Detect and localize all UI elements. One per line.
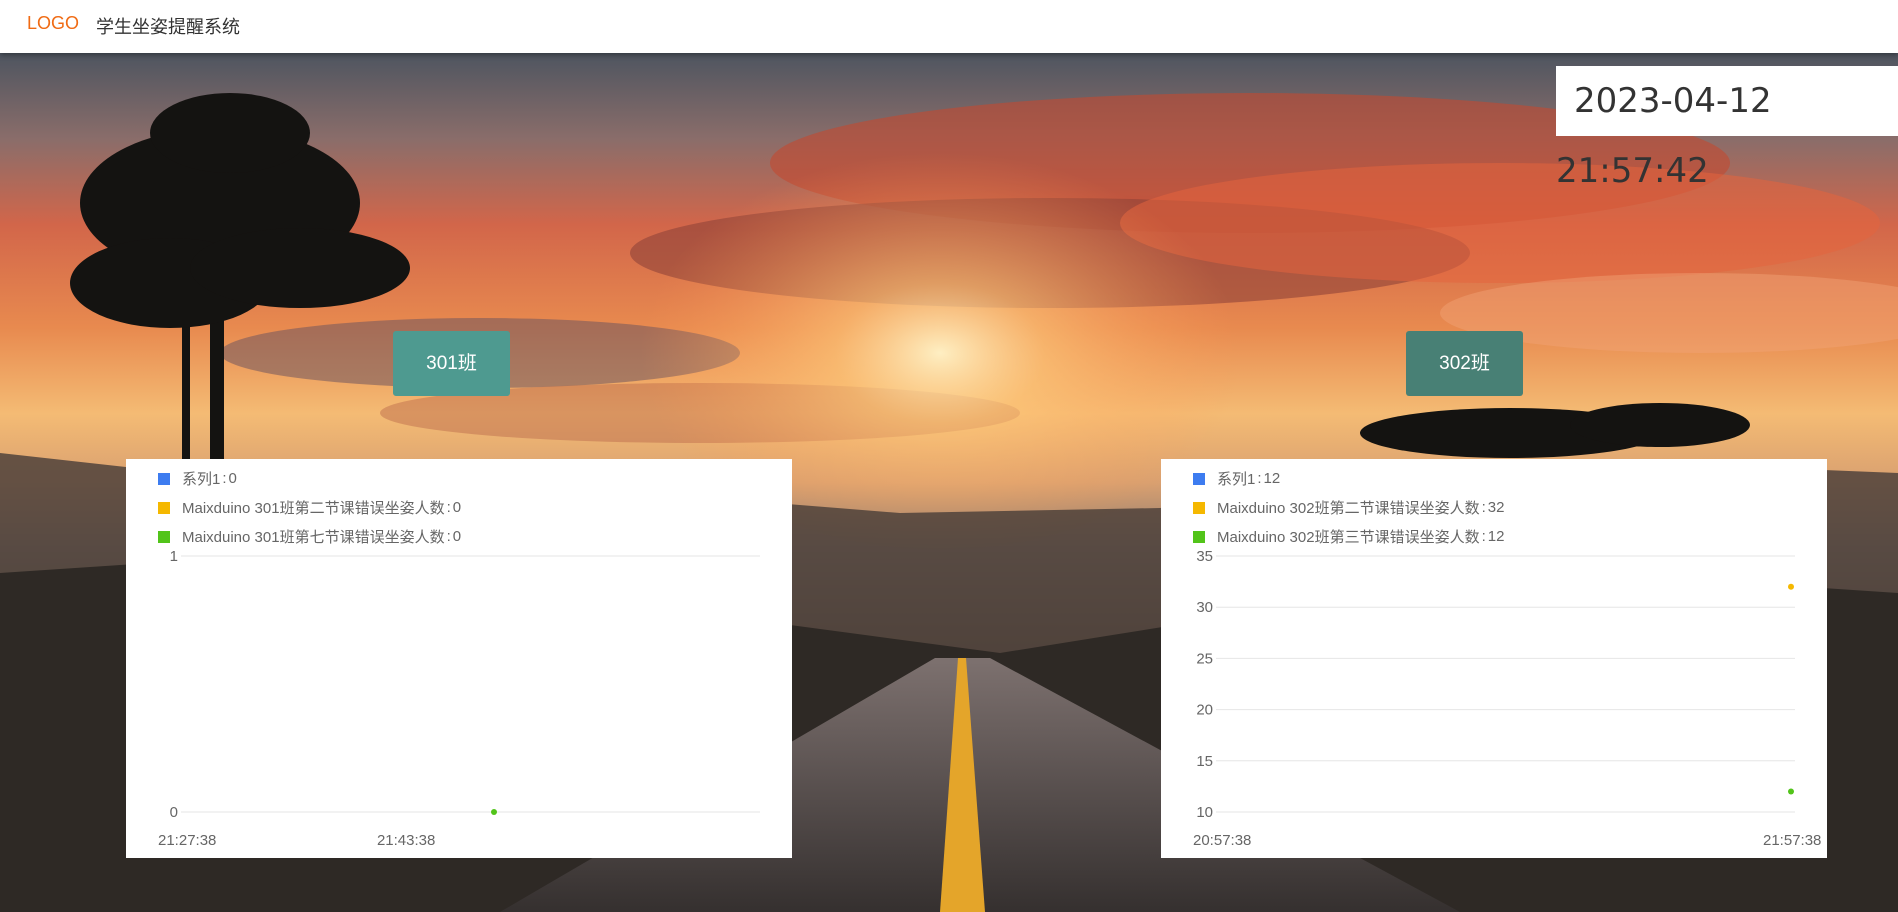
legend-series-value: 12 bbox=[1263, 470, 1281, 487]
legend-swatch-green bbox=[158, 530, 170, 543]
legend-series-name: Maixduino 302班第二节课错误坐姿人数 bbox=[1217, 500, 1480, 517]
legend-item[interactable]: Maixduino 301班第二节课错误坐姿人数 : 0 bbox=[158, 493, 461, 522]
legend-swatch-blue bbox=[158, 472, 170, 485]
legend-series-name: Maixduino 302班第三节课错误坐姿人数 bbox=[1217, 529, 1480, 546]
legend-series-value: 0 bbox=[452, 499, 462, 516]
y-tick-label: 30 bbox=[1196, 599, 1213, 616]
logo[interactable]: LOGO bbox=[27, 13, 79, 34]
legend-series-name: Maixduino 301班第二节课错误坐姿人数 bbox=[182, 500, 445, 517]
legend-swatch-yellow bbox=[1193, 501, 1205, 514]
legend-swatch-green bbox=[1193, 530, 1205, 543]
legend-series-value: 32 bbox=[1487, 499, 1505, 516]
legend-series-value: 12 bbox=[1487, 528, 1505, 545]
legend-item[interactable]: Maixduino 302班第三节课错误坐姿人数 : 12 bbox=[1193, 522, 1504, 551]
y-tick-label: 20 bbox=[1196, 702, 1213, 719]
y-tick-label: 25 bbox=[1196, 650, 1213, 667]
top-nav-bar: LOGO 学生坐姿提醒系统 bbox=[0, 0, 1898, 53]
legend-series-name: 系列1 bbox=[182, 471, 221, 488]
class-301-button[interactable]: 301班 bbox=[393, 331, 510, 396]
class-302-chart-legend: 系列1 : 12 Maixduino 302班第二节课错误坐姿人数 : 32 M… bbox=[1193, 464, 1504, 551]
current-datetime: 2023-04-12 21:57:42 bbox=[1556, 66, 1898, 191]
system-title: 学生坐姿提醒系统 bbox=[96, 17, 240, 37]
legend-series-name: 系列1 bbox=[1217, 471, 1256, 488]
y-tick-label: 15 bbox=[1196, 753, 1213, 770]
data-point[interactable] bbox=[491, 809, 497, 815]
x-tick-label: 20:57:38 bbox=[1193, 832, 1251, 849]
legend-swatch-yellow bbox=[158, 501, 170, 514]
legend-item[interactable]: Maixduino 301班第七节课错误坐姿人数 : 0 bbox=[158, 522, 461, 551]
legend-series-name: Maixduino 301班第七节课错误坐姿人数 bbox=[182, 529, 445, 546]
x-tick-label: 21:57:38 bbox=[1763, 832, 1821, 849]
data-point[interactable] bbox=[1788, 583, 1794, 590]
class-301-chart: 0 1 21:27:38 21:43:38 系列1 : 0 Maixduino 301… bbox=[126, 459, 792, 858]
y-tick-label: 10 bbox=[1196, 804, 1213, 821]
y-tick-label: 0 bbox=[170, 804, 178, 821]
legend-series-value: 0 bbox=[228, 470, 237, 487]
legend-series-value: 0 bbox=[452, 528, 462, 545]
legend-swatch-blue bbox=[1193, 472, 1205, 485]
class-302-button[interactable]: 302班 bbox=[1406, 331, 1523, 396]
legend-item[interactable]: 系列1 : 12 bbox=[1193, 464, 1504, 493]
x-tick-label: 21:27:38 bbox=[158, 832, 216, 849]
class-301-chart-legend: 系列1 : 0 Maixduino 301班第二节课错误坐姿人数 : 0 Mai… bbox=[158, 464, 461, 551]
data-point[interactable] bbox=[1788, 788, 1794, 795]
legend-item[interactable]: Maixduino 302班第二节课错误坐姿人数 : 32 bbox=[1193, 493, 1504, 522]
x-tick-label: 21:43:38 bbox=[377, 832, 435, 849]
class-302-chart: 10 15 20 25 30 35 20:57:38 21:57:38 系列1 : 12 Ma… bbox=[1161, 459, 1827, 858]
legend-item[interactable]: 系列1 : 0 bbox=[158, 464, 461, 493]
